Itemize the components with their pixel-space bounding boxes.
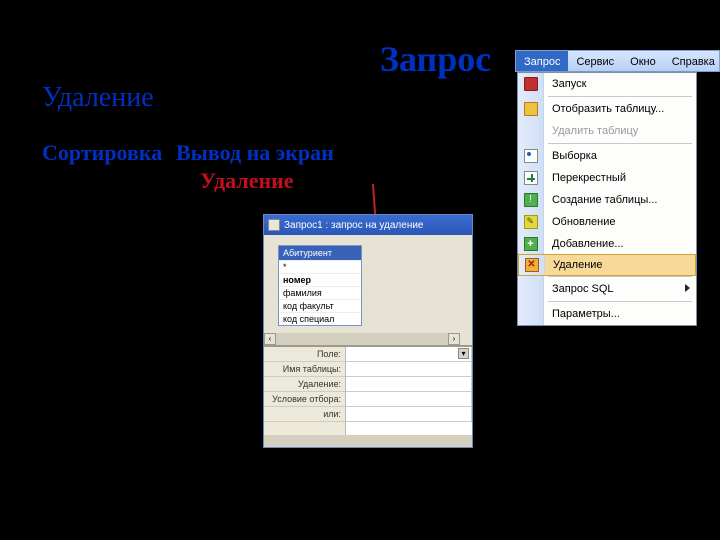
grid-label-delete: Удаление:: [264, 377, 345, 392]
menu-item-sql[interactable]: Запрос SQL: [518, 278, 696, 300]
label-sortirovka: Сортировка: [42, 140, 162, 166]
table-box-title: Абитуриент: [279, 246, 361, 260]
grid-row[interactable]: [346, 392, 472, 407]
menubar[interactable]: Запрос Сервис Окно Справка: [515, 50, 720, 72]
grid-row[interactable]: ▾: [346, 347, 472, 362]
menu-item-label: Обновление: [544, 216, 696, 228]
append-icon: [524, 237, 538, 251]
crosstab-icon: [524, 171, 538, 185]
table-field[interactable]: код специал: [279, 312, 361, 325]
menu-item-run[interactable]: Запуск: [518, 73, 696, 95]
h-scrollbar[interactable]: [264, 435, 472, 447]
select-icon: [524, 149, 538, 163]
menu-area: Запрос Сервис Окно Справка Запуск Отобра…: [515, 50, 720, 326]
window-titlebar[interactable]: Запрос1 : запрос на удаление: [264, 215, 472, 235]
grid-label-table: Имя таблицы:: [264, 362, 345, 377]
grid-label-or: или:: [264, 407, 345, 422]
submenu-arrow-icon: [685, 284, 690, 292]
menu-item-label: Перекрестный: [544, 172, 696, 184]
heading-udalenie: Удаление: [42, 82, 154, 114]
label-udalenie-red: Удаление: [200, 168, 294, 194]
h-scrollbar[interactable]: ‹ ›: [264, 333, 460, 345]
menu-item-update[interactable]: Обновление: [518, 211, 696, 233]
menu-item-label: Отобразить таблицу...: [544, 103, 696, 115]
window-title: Запрос1 : запрос на удаление: [284, 220, 424, 231]
dropdown-menu: Запуск Отобразить таблицу... Удалить таб…: [517, 72, 697, 326]
table-field[interactable]: код факульт: [279, 299, 361, 312]
menu-item-label: Создание таблицы...: [544, 194, 696, 206]
menu-item-label: Добавление...: [544, 238, 696, 250]
table-field[interactable]: *: [279, 260, 361, 273]
slide-title: Запрос: [380, 38, 491, 80]
menu-item-label: Параметры...: [544, 308, 696, 320]
menu-item-select[interactable]: Выборка: [518, 145, 696, 167]
menu-item-append[interactable]: Добавление...: [518, 233, 696, 255]
grid-label-field: Поле:: [264, 347, 345, 362]
table-field[interactable]: фамилия: [279, 286, 361, 299]
create-table-icon: [524, 193, 538, 207]
grid-label-criteria: Условие отбора:: [264, 392, 345, 407]
table-box[interactable]: Абитуриент * номер фамилия код факульт к…: [278, 245, 362, 326]
delete-icon: [525, 258, 539, 272]
menu-item-show-table[interactable]: Отобразить таблицу...: [518, 98, 696, 120]
menu-item-label: Запрос SQL: [544, 283, 696, 295]
grid-row[interactable]: [346, 407, 472, 422]
run-icon: [524, 77, 538, 91]
menu-item-delete[interactable]: Удаление: [518, 254, 696, 276]
query-designer-window: Запрос1 : запрос на удаление Абитуриент …: [263, 214, 473, 448]
designer-grid[interactable]: Поле: Имя таблицы: Удаление: Условие отб…: [264, 345, 472, 435]
scroll-right-icon[interactable]: ›: [448, 333, 460, 345]
menubar-item-window[interactable]: Окно: [622, 51, 664, 71]
grid-row[interactable]: [346, 377, 472, 392]
grid-row-labels: Поле: Имя таблицы: Удаление: Условие отб…: [264, 347, 346, 435]
grid-row[interactable]: [346, 362, 472, 377]
grid-cells[interactable]: ▾: [346, 347, 472, 435]
window-icon: [268, 219, 280, 231]
scroll-left-icon[interactable]: ‹: [264, 333, 276, 345]
menu-item-label: Запуск: [544, 78, 696, 90]
menu-item-label: Удалить таблицу: [544, 125, 696, 137]
label-vyvod: Вывод на экран: [176, 140, 334, 166]
menubar-item-tools[interactable]: Сервис: [568, 51, 622, 71]
menubar-item-query[interactable]: Запрос: [516, 51, 568, 71]
designer-upper-pane[interactable]: Абитуриент * номер фамилия код факульт к…: [264, 235, 472, 345]
menu-item-remove-table: Удалить таблицу: [518, 120, 696, 142]
menu-item-params[interactable]: Параметры...: [518, 303, 696, 325]
update-icon: [524, 215, 538, 229]
chevron-down-icon[interactable]: ▾: [458, 348, 469, 359]
menu-item-label: Удаление: [545, 259, 695, 271]
menu-item-crosstab[interactable]: Перекрестный: [518, 167, 696, 189]
menu-item-create-table[interactable]: Создание таблицы...: [518, 189, 696, 211]
table-field[interactable]: номер: [279, 273, 361, 286]
show-table-icon: [524, 102, 538, 116]
menu-item-label: Выборка: [544, 150, 696, 162]
menubar-item-help[interactable]: Справка: [664, 51, 720, 71]
